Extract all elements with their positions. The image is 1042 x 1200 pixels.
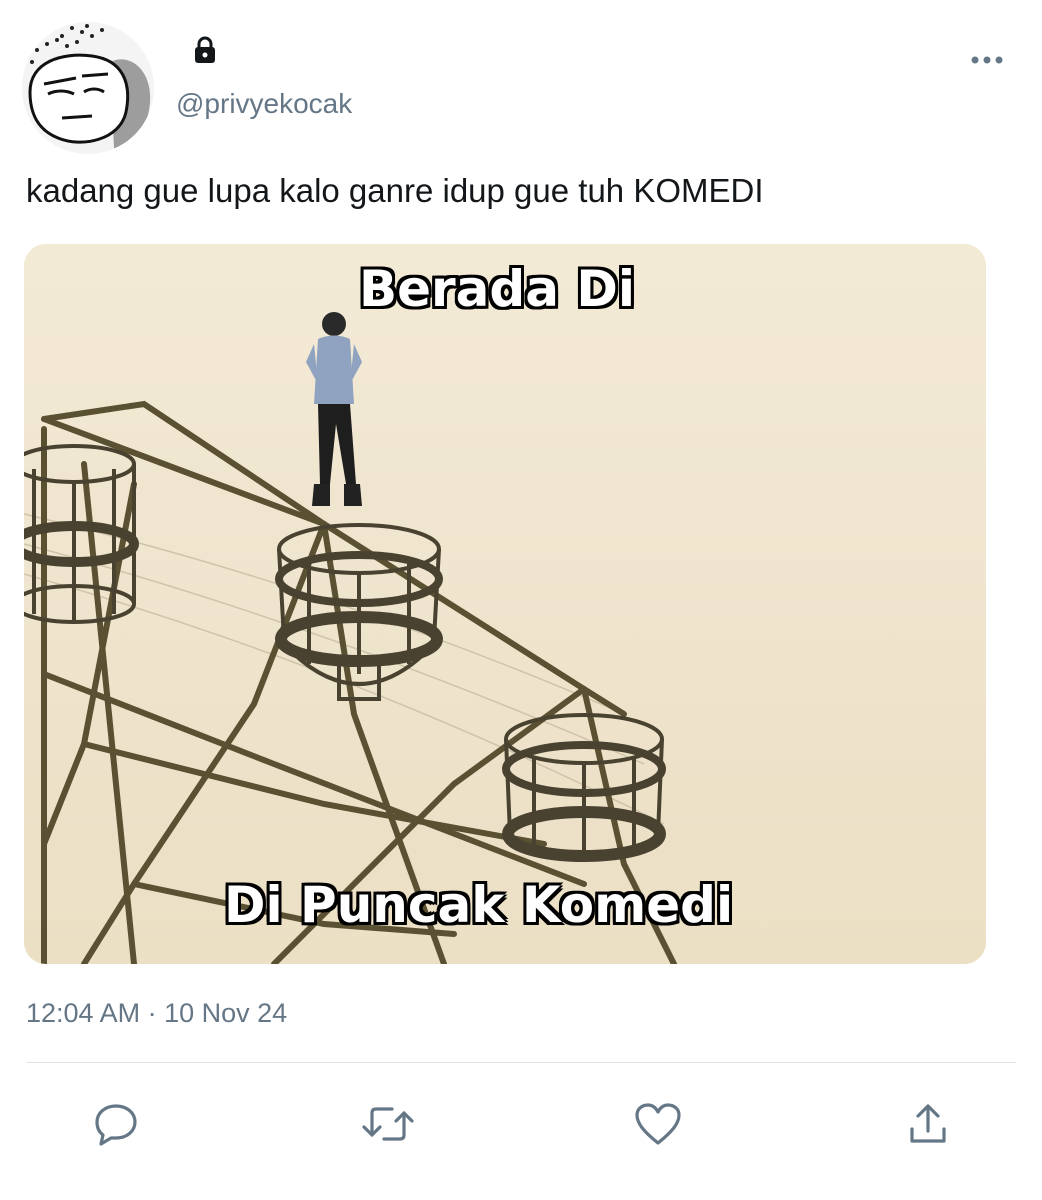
lock-icon xyxy=(192,36,218,64)
share-icon xyxy=(910,1104,946,1143)
heart-icon xyxy=(635,1103,681,1145)
avatar[interactable] xyxy=(22,22,154,154)
avatar-image xyxy=(22,22,154,154)
more-icon[interactable] xyxy=(970,50,1004,70)
retweet-button[interactable] xyxy=(358,1098,418,1150)
tweet-timestamp[interactable]: 12:04 AM · 10 Nov 24 xyxy=(26,998,287,1029)
tweet-text: kadang gue lupa kalo ganre idup gue tuh … xyxy=(26,172,764,209)
share-button[interactable] xyxy=(902,1098,954,1150)
tweet-media[interactable]: Berada Di Di Puncak Komedi xyxy=(24,244,986,964)
retweet-icon xyxy=(362,1107,414,1141)
user-handle[interactable]: @privyekocak xyxy=(176,88,352,120)
caption-top: Berada Di xyxy=(359,260,636,318)
like-button[interactable] xyxy=(632,1098,684,1150)
ferris-wheel-photo xyxy=(24,244,986,964)
reply-icon xyxy=(95,1104,137,1146)
caption-bottom: Di Puncak Komedi xyxy=(224,876,734,934)
reply-button[interactable] xyxy=(90,1098,142,1150)
divider xyxy=(26,1062,1016,1063)
